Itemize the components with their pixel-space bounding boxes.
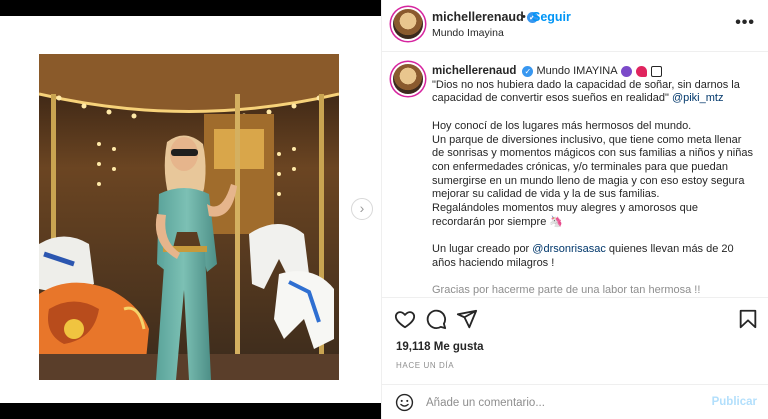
box-emoji-icon bbox=[651, 65, 663, 77]
caption-title: Mundo IMAYINA bbox=[536, 65, 617, 77]
caption-text-fragment: Un lugar creado por bbox=[432, 243, 530, 256]
comment-bar: Publicar bbox=[382, 384, 768, 419]
comment-input[interactable] bbox=[426, 393, 696, 412]
caption-area: michellerenaud ✓ Mundo IMAYINA "Dios no n… bbox=[382, 52, 768, 297]
follow-button[interactable]: Seguir bbox=[532, 10, 571, 24]
heart-icon[interactable] bbox=[394, 308, 416, 330]
caption-paragraph: Gracias por hacerme parte de una labor t… bbox=[432, 284, 701, 297]
post-header: michellerenaud ✓ • Seguir Mundo Imayina •… bbox=[382, 0, 768, 52]
separator-dot: • bbox=[522, 11, 526, 23]
carousel-photo-image bbox=[39, 54, 339, 380]
post-photo[interactable] bbox=[39, 54, 339, 380]
unicorn-emoji-icon: 🦄 bbox=[549, 215, 564, 228]
post-side-panel: michellerenaud ✓ • Seguir Mundo Imayina •… bbox=[381, 0, 768, 419]
caption-text: michellerenaud ✓ Mundo IMAYINA "Dios no n… bbox=[432, 65, 754, 297]
verified-badge-icon: ✓ bbox=[522, 65, 534, 77]
caption-paragraph: Un parque de diversiones inclusivo, que … bbox=[432, 133, 753, 201]
chevron-right-icon: › bbox=[359, 200, 365, 216]
caption-paragraph: Regalándoles momentos muy alegres y amor… bbox=[432, 202, 698, 228]
caption-avatar[interactable] bbox=[393, 64, 423, 94]
post-timestamp[interactable]: HACE UN DÍA bbox=[396, 361, 454, 370]
heart-emoji-icon bbox=[636, 65, 648, 77]
bookmark-icon[interactable] bbox=[737, 308, 759, 330]
location-link[interactable]: Mundo Imayina bbox=[432, 27, 504, 39]
caption-username[interactable]: michellerenaud bbox=[432, 65, 516, 77]
emoji-icon[interactable] bbox=[395, 393, 414, 412]
media-frame bbox=[0, 16, 381, 403]
caption-paragraph: Hoy conocí de los lugares más hermosos d… bbox=[432, 119, 692, 132]
comment-icon[interactable] bbox=[425, 308, 447, 330]
carousel-next-button[interactable]: › bbox=[351, 198, 373, 220]
mention-link[interactable]: @drsonrisasac bbox=[532, 243, 606, 255]
media-panel: › bbox=[0, 0, 381, 419]
globe-emoji-icon bbox=[621, 65, 632, 77]
more-options-icon[interactable]: ••• bbox=[735, 14, 755, 32]
mention-link[interactable]: @piki_mtz bbox=[672, 92, 724, 104]
username-text: michellerenaud bbox=[432, 10, 524, 24]
publish-button[interactable]: Publicar bbox=[712, 396, 757, 408]
avatar[interactable] bbox=[393, 9, 423, 39]
share-icon[interactable] bbox=[456, 308, 478, 330]
likes-count[interactable]: 19,118 Me gusta bbox=[396, 341, 484, 353]
